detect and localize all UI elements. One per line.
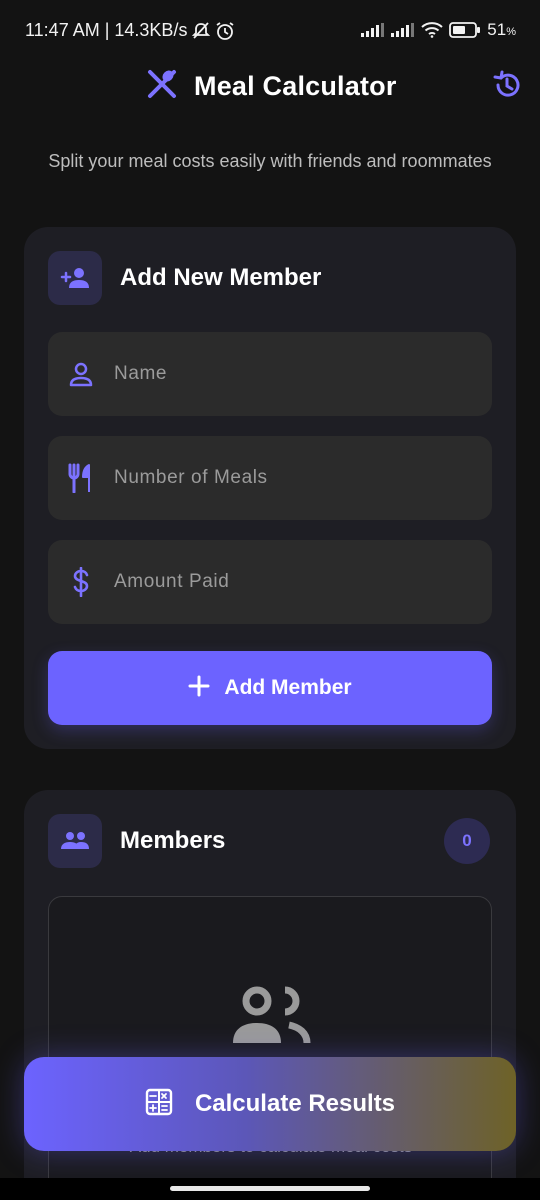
amount-input[interactable] [114,571,474,593]
history-icon [492,70,522,105]
person-icon [48,361,114,387]
calculate-results-button[interactable]: Calculate Results [24,1057,516,1151]
alarm-icon [215,21,235,41]
navigation-bar [0,1178,540,1200]
status-right: 51% [361,20,516,40]
name-field[interactable] [48,332,492,416]
add-member-title: Add New Member [120,264,322,291]
app-header: Meal Calculator [0,62,540,112]
add-person-icon [48,251,102,305]
amount-field[interactable] [48,540,492,624]
app-title: Meal Calculator [194,71,397,101]
time-speed-text: 11:47 AM | 14.3KB/s [25,20,188,40]
meals-input[interactable] [114,467,474,489]
battery-percent: 51% [487,20,516,39]
members-header: Members [48,814,225,868]
meals-field[interactable] [48,436,492,520]
add-member-button[interactable]: Add Member [48,651,492,725]
fork-knife-icon [48,463,114,493]
mute-icon [191,21,211,40]
calculator-icon [145,1088,173,1121]
add-member-card: Add New Member Add Member [24,227,516,749]
members-title: Members [120,827,226,854]
status-left: 11:47 AM | 14.3KB/s [25,20,235,41]
battery-icon [449,22,481,38]
history-button[interactable] [490,70,524,104]
signal-icon [391,23,415,37]
add-member-header: Add New Member [48,251,321,305]
utensils-crossed-icon [146,68,178,105]
name-input[interactable] [114,363,474,385]
people-outline-icon [229,985,313,1052]
plus-icon [188,675,210,702]
add-member-button-label: Add Member [224,676,352,699]
home-handle[interactable] [170,1186,370,1191]
members-empty-state: Add members to calculate meal costs [48,896,492,1196]
signal-icon [361,23,385,37]
subtitle: Split your meal costs easily with friend… [48,151,492,171]
dollar-icon [48,567,114,597]
title-group: Meal Calculator [146,68,397,105]
wifi-icon [421,22,443,38]
member-count-badge: 0 [444,818,490,864]
group-icon [48,814,102,868]
calculate-results-label: Calculate Results [194,1090,396,1117]
status-bar: 11:47 AM | 14.3KB/s 51% [0,0,540,62]
